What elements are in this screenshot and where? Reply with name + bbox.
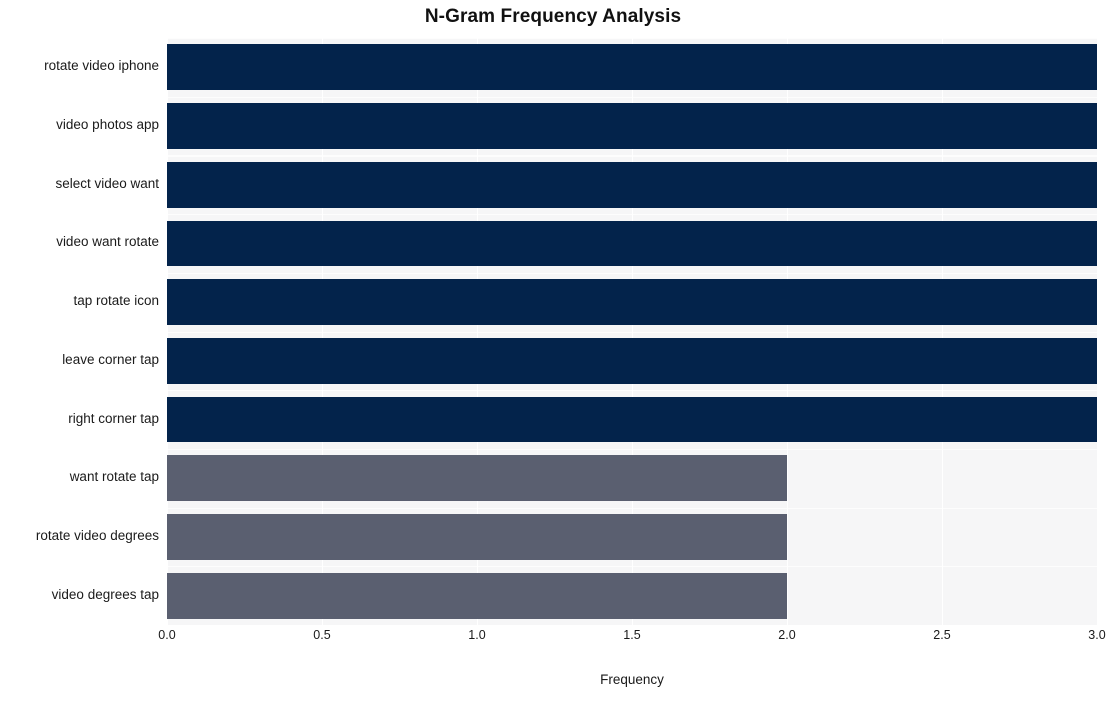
x-axis-title: Frequency [600,672,664,687]
y-axis-tick-label: rotate video iphone [44,58,159,74]
y-axis-tick-labels: rotate video iphone video photos app selec… [0,38,159,625]
bar [167,220,1097,267]
x-axis-tick-label: 0.5 [313,628,331,642]
bar [167,103,1097,149]
bar [167,455,787,502]
bar [167,396,1097,443]
x-axis-tick-label: 1.5 [623,628,641,642]
y-axis-tick-label: rotate video degrees [35,527,159,543]
bar [167,44,1097,91]
chart-title: N-Gram Frequency Analysis [424,6,682,27]
y-axis-tick-label: leave corner tap [62,351,159,367]
y-axis-tick-label: video photos app [56,117,159,133]
bar [167,572,787,619]
bar [167,279,1097,326]
x-axis-tick-label: 1.0 [468,628,486,642]
x-axis-tick-label: 3.0 [1088,628,1106,642]
bar [167,337,1097,384]
plot-area [167,38,1097,625]
x-axis-tick-labels: 0.0 0.5 1.0 1.5 2.0 2.5 3.0 [158,628,1105,652]
y-axis-tick-label: video want rotate [56,234,159,250]
chart-figure: N-Gram Frequency Analysis rotate video i… [0,0,1106,701]
y-axis-tick-label: right corner tap [68,410,159,426]
bar [167,161,1097,208]
y-axis-tick-label: tap rotate icon [73,293,159,309]
x-axis-tick-label: 0.0 [158,628,176,642]
y-axis-tick-label: want rotate tap [69,469,159,485]
y-axis-tick-label: video degrees tap [51,586,159,602]
bar [167,514,787,560]
y-axis-tick-label: select video want [55,175,159,191]
x-axis-tick-label: 2.0 [778,628,796,642]
x-axis-tick-label: 2.5 [933,628,951,642]
